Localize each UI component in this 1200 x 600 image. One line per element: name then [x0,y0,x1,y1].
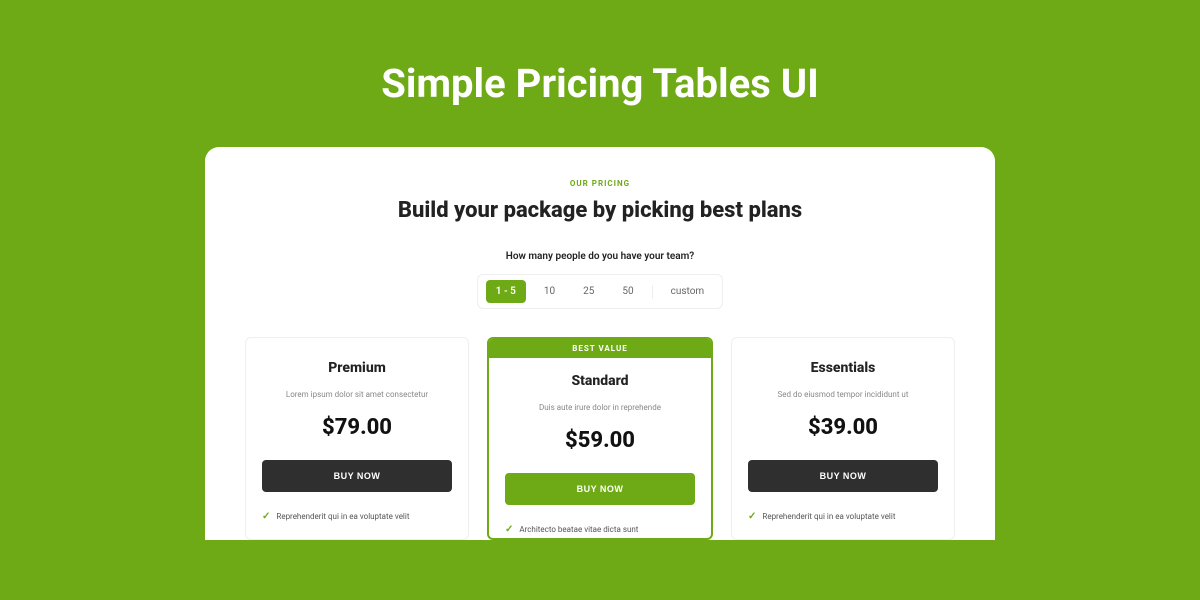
plan-essentials: Essentials Sed do eiusmod tempor incidid… [731,337,955,540]
pricing-card: OUR PRICING Build your package by pickin… [205,147,995,540]
plan-feature: ✓ Reprehenderit qui in ea voluptate veli… [748,508,938,525]
team-size-question: How many people do you have your team? [245,251,955,262]
check-icon: ✓ [748,511,756,522]
feature-text: Architecto beatae vitae dicta sunt [519,525,638,534]
plan-feature: ✓ Architecto beatae vitae dicta sunt [505,521,695,538]
plan-name: Standard [505,373,695,389]
eyebrow-label: OUR PRICING [245,179,955,188]
plan-price: $59.00 [505,428,695,453]
seg-option-25[interactable]: 25 [573,280,604,303]
plan-standard: BEST VALUE Standard Duis aute irure dolo… [487,337,713,540]
section-heading: Build your package by picking best plans [245,198,955,223]
plan-premium: Premium Lorem ipsum dolor sit amet conse… [245,337,469,540]
best-value-badge: BEST VALUE [489,339,711,358]
plan-name: Essentials [748,360,938,376]
buy-now-button[interactable]: BUY NOW [505,473,695,505]
plans-row: Premium Lorem ipsum dolor sit amet conse… [245,337,955,540]
seg-option-10[interactable]: 10 [534,280,565,303]
feature-text: Reprehenderit qui in ea voluptate velit [276,512,409,521]
plan-price: $79.00 [262,415,452,440]
plan-price: $39.00 [748,415,938,440]
seg-option-custom[interactable]: custom [661,280,715,303]
buy-now-button[interactable]: BUY NOW [748,460,938,492]
plan-desc: Duis aute irure dolor in reprehende [505,403,695,412]
check-icon: ✓ [505,524,513,535]
seg-divider [652,285,653,299]
page-title: Simple Pricing Tables UI [0,0,1200,147]
plan-feature: ✓ Reprehenderit qui in ea voluptate veli… [262,508,452,525]
plan-desc: Sed do eiusmod tempor incididunt ut [748,390,938,399]
buy-now-button[interactable]: BUY NOW [262,460,452,492]
feature-text: Reprehenderit qui in ea voluptate velit [762,512,895,521]
seg-option-50[interactable]: 50 [612,280,643,303]
check-icon: ✓ [262,511,270,522]
team-size-segmented: 1 - 5 10 25 50 custom [477,274,723,309]
plan-desc: Lorem ipsum dolor sit amet consectetur [262,390,452,399]
plan-name: Premium [262,360,452,376]
seg-option-1-5[interactable]: 1 - 5 [486,280,526,303]
